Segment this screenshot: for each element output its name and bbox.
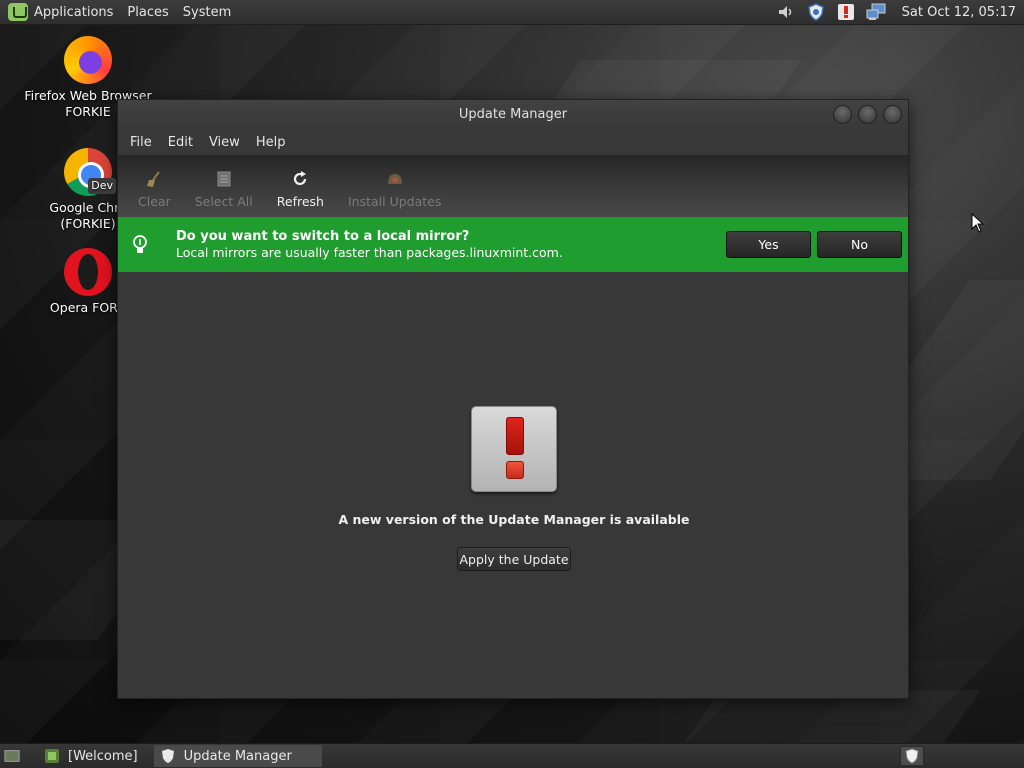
clear-label: Clear: [138, 194, 171, 209]
network-icon[interactable]: [866, 3, 886, 21]
mouse-cursor-icon: [971, 213, 985, 233]
update-available-message: A new version of the Update Manager is a…: [338, 512, 690, 527]
select-all-icon: [215, 170, 233, 188]
select-all-label: Select All: [194, 194, 253, 209]
bottom-panel: [Welcome] Update Manager: [0, 743, 1024, 768]
panel-clock[interactable]: Sat Oct 12, 05:17: [902, 5, 1016, 20]
exclamation-bar: [506, 417, 524, 455]
volume-icon[interactable]: [776, 3, 796, 21]
taskbar-item-update-manager[interactable]: Update Manager: [153, 745, 322, 767]
mint-menu-icon[interactable]: [8, 3, 28, 21]
clear-button[interactable]: Clear: [126, 170, 183, 209]
menubar: File Edit View Help: [118, 130, 908, 155]
refresh-label: Refresh: [276, 194, 324, 209]
taskbar-item-label: Update Manager: [183, 748, 292, 764]
menu-help[interactable]: Help: [248, 135, 294, 150]
refresh-button[interactable]: Refresh: [265, 170, 336, 209]
warning-exclamation-icon: [471, 406, 557, 492]
broom-icon: [145, 170, 163, 188]
menu-view[interactable]: View: [201, 135, 248, 150]
places-menu[interactable]: Places: [127, 5, 168, 20]
show-desktop-icon[interactable]: [4, 748, 20, 764]
select-all-button[interactable]: Select All: [183, 170, 265, 209]
apply-update-button[interactable]: Apply the Update: [457, 547, 571, 571]
exclamation-dot: [506, 461, 524, 479]
opera-icon: [64, 248, 112, 296]
menu-edit[interactable]: Edit: [160, 135, 201, 150]
yes-button[interactable]: Yes: [726, 231, 811, 258]
update-manager-window: Update Manager File Edit View Help Clear…: [117, 99, 909, 699]
applications-menu[interactable]: Applications: [34, 5, 113, 20]
install-updates-label: Install Updates: [347, 194, 442, 209]
system-menu[interactable]: System: [183, 5, 231, 20]
infobar-title: Do you want to switch to a local mirror?: [176, 228, 470, 244]
install-updates-button[interactable]: Install Updates: [336, 170, 453, 209]
menu-file[interactable]: File: [122, 135, 160, 150]
mirror-infobar: Do you want to switch to a local mirror?…: [118, 217, 908, 272]
lightbulb-icon: [132, 234, 148, 256]
no-button[interactable]: No: [817, 231, 902, 258]
install-icon: [386, 170, 404, 188]
update-shield-tray-icon[interactable]: [900, 746, 924, 766]
firefox-icon: [64, 36, 112, 84]
window-titlebar[interactable]: Update Manager: [118, 100, 908, 130]
window-title: Update Manager: [458, 107, 568, 122]
welcome-app-icon: [44, 748, 60, 764]
shield-update-icon[interactable]: [806, 3, 826, 21]
alert-icon[interactable]: [836, 3, 856, 21]
toolbar: Clear Select All Refresh Install Updates: [118, 155, 908, 217]
chrome-dev-icon: Dev: [64, 148, 116, 196]
system-tray: Sat Oct 12, 05:17: [776, 3, 1024, 21]
close-button[interactable]: [883, 105, 902, 124]
taskbar-item-label: [Welcome]: [68, 748, 138, 764]
taskbar-item-welcome[interactable]: [Welcome]: [38, 745, 144, 767]
maximize-button[interactable]: [858, 105, 877, 124]
infobar-subtitle: Local mirrors are usually faster than pa…: [176, 244, 563, 260]
window-controls: [833, 105, 902, 124]
update-manager-shield-icon: [160, 748, 176, 764]
infobar-text: Do you want to switch to a local mirror?…: [176, 229, 720, 261]
refresh-icon: [291, 170, 309, 188]
main-content: A new version of the Update Manager is a…: [118, 272, 908, 700]
minimize-button[interactable]: [833, 105, 852, 124]
top-panel: Applications Places System Sat Oct 12, 0…: [0, 0, 1024, 25]
chrome-dev-badge: Dev: [88, 178, 116, 194]
